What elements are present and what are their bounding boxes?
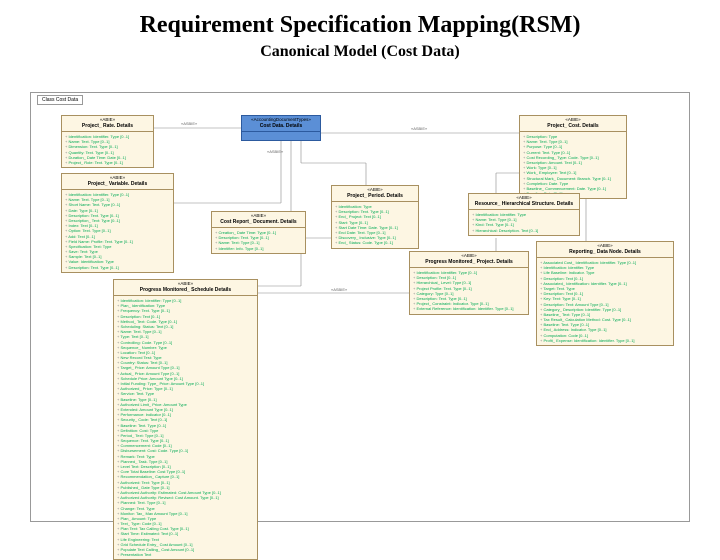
svg-text:«ASBIE»: «ASBIE» [181, 121, 198, 126]
attribute-item: End_ Status: Code. Type [0..1] [335, 240, 415, 245]
attribute-item: Structural Mark_ Document: Branch. Type … [523, 176, 623, 181]
attrs-progress: Identification: Identifier. Type [0..1]D… [410, 268, 528, 314]
class-progress-project: «ABIE»Progress Monitored_ Project. Detai… [409, 251, 529, 315]
page-subtitle: Canonical Model (Cost Data) [0, 39, 720, 61]
svg-text:«ASBIE»: «ASBIE» [331, 287, 348, 292]
attrs-rate: Identification: Identifier. Type [0..1]N… [62, 132, 153, 167]
attrs-document: Creation_ Date Time: Type [0..1]Descript… [212, 228, 305, 253]
class-project-variable: «ABIE»Project_ Variable. Details Identif… [61, 173, 174, 273]
class-progress-schedule: «ABIE»Progress Monitored_ Schedule Detai… [113, 279, 258, 560]
class-project-rate: «ABIE»Project_ Rate. Details Identificat… [61, 115, 154, 168]
class-project-cost: «ABIE»Project_ Cost. Details Description… [519, 115, 627, 199]
attribute-item: Hierarchical: Description. Text [0..1] [472, 228, 576, 233]
diagram-canvas: Class Cost Data «ASBIE» «ASBIE» «ASBIE» … [30, 92, 690, 522]
attrs-period: Identification: TypeDescription: Text. T… [332, 202, 418, 248]
attribute-item: Profit_ Expense: Identification: Identif… [540, 338, 670, 343]
canvas-tag: Class Cost Data [37, 95, 83, 105]
svg-text:«ASBIE»: «ASBIE» [267, 149, 284, 154]
class-reporting-data-node: «ABIE»Reporting_ Data Node. Details Asso… [536, 241, 674, 346]
attrs-variable: Identification: Identifier. Type [0..1]N… [62, 190, 173, 272]
attribute-item: Description: Text. Type [0..1] [65, 265, 170, 270]
attrs-cost: Description: TypeName: Text. Type [0..1]… [520, 132, 626, 198]
attrs-reporting: Associated Cost_ Identification: Identif… [537, 258, 673, 345]
svg-text:«ASBIE»: «ASBIE» [411, 126, 428, 131]
page-title: Requirement Specification Mapping(RSM) [0, 0, 720, 39]
attribute-item: Project_ Role: Text. Type [0..1] [65, 160, 150, 165]
class-cost-data-root: «AccountingDocumentTypes»Cost Data. Deta… [241, 115, 321, 141]
class-cost-report-document: «ABIE»Cost Report_ Document. Details Cre… [211, 211, 306, 254]
attribute-item: External Reference: Identification: Iden… [413, 306, 525, 311]
attrs-schedule: Identification: Identifier: Type [0..1]P… [114, 296, 257, 559]
attrs-breakdown: Identification: Identifier. TypeName: Te… [469, 210, 579, 235]
class-resource-breakdown: «ABIE»Resource_ Hierarchical Structure. … [468, 193, 580, 236]
attribute-item: Identifier: Info. Type [0..1] [215, 246, 302, 251]
class-project-period: «ABIE»Project_ Period. Details Identific… [331, 185, 419, 249]
attribute-item: Presentation Text [117, 552, 254, 557]
